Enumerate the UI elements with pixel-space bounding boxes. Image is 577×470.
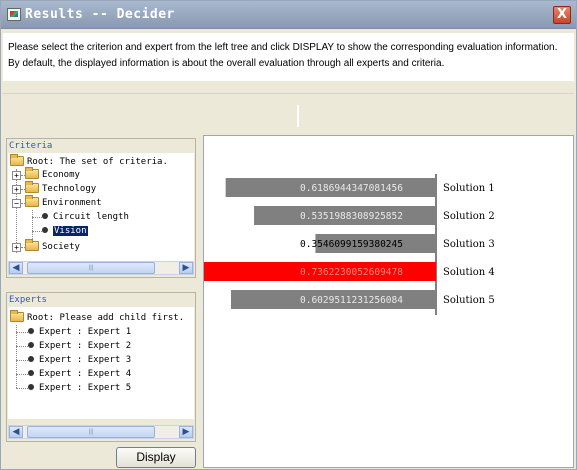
leaf-dot-icon (28, 384, 34, 390)
expert-item[interactable]: Expert : Expert 4 (28, 367, 131, 381)
bar-value-label: 0.6029511231256084 (300, 295, 403, 306)
category-label: Solution 5 (443, 295, 495, 306)
bar-value-label: 0.3546099159380245 (300, 239, 403, 250)
evaluation-bar-chart: 0.6186944347081456 Solution 1 0.5351988308… (204, 174, 495, 315)
tree-line (32, 217, 42, 218)
tree-node-environment[interactable]: Environment (25, 195, 102, 210)
tree-line (16, 169, 17, 253)
criteria-horizontal-scrollbar[interactable]: ◀ ||| ▶ (8, 261, 194, 275)
close-button[interactable]: X (553, 6, 571, 24)
expert-item[interactable]: Expert : Expert 5 (28, 381, 131, 395)
tree-line (16, 346, 28, 347)
folder-icon (10, 310, 24, 322)
window-title: Results -- Decider (25, 7, 175, 22)
display-button[interactable]: Display (116, 447, 196, 468)
expand-icon[interactable]: + (12, 243, 21, 252)
experts-horizontal-scrollbar[interactable]: ◀ ||| ▶ (8, 425, 194, 439)
folder-icon (10, 154, 24, 166)
instructions-text: Please select the criterion and expert f… (8, 42, 558, 69)
app-icon (7, 8, 21, 21)
bar-value-label: 0.7362230052609478 (300, 267, 403, 278)
expand-icon[interactable]: + (12, 171, 21, 180)
info-panel: Please select the criterion and expert f… (3, 33, 574, 81)
category-label: Solution 1 (443, 183, 495, 194)
expert-item[interactable]: Expert : Expert 1 (28, 325, 131, 339)
tree-line (16, 332, 28, 333)
collapse-icon[interactable]: − (12, 199, 21, 208)
tree-node-technology[interactable]: Technology (25, 181, 96, 196)
scroll-right-icon[interactable]: ▶ (179, 426, 193, 438)
experts-panel: Experts Root: Please add child first. Ex… (6, 292, 196, 442)
tree-node-society[interactable]: Society (25, 239, 80, 254)
criteria-root[interactable]: Root: The set of criteria. (10, 154, 168, 169)
expert-item[interactable]: Expert : Expert 3 (28, 353, 131, 367)
experts-root[interactable]: Root: Please add child first. (10, 310, 184, 325)
evaluation-chart-panel: 0.6186944347081456 Solution 1 0.5351988308… (203, 135, 574, 468)
tree-line (16, 360, 28, 361)
tree-line (16, 325, 17, 388)
tree-line (16, 388, 28, 389)
leaf-dot-icon (28, 328, 34, 334)
bar-value-label: 0.6186944347081456 (300, 183, 403, 194)
tree-node-economy[interactable]: Economy (25, 167, 80, 182)
leaf-dot-icon (28, 342, 34, 348)
category-label: Solution 4 (443, 267, 495, 278)
category-label: Solution 3 (443, 239, 495, 250)
title-bar[interactable]: Results -- Decider X (1, 1, 576, 29)
category-label: Solution 2 (443, 211, 495, 222)
scroll-left-icon[interactable]: ◀ (9, 426, 23, 438)
scroll-right-icon[interactable]: ▶ (179, 262, 193, 274)
bar-value-label: 0.5351988308925852 (300, 211, 403, 222)
leaf-dot-icon (42, 213, 48, 219)
scroll-thumb[interactable]: ||| (27, 262, 155, 274)
tree-node-circuit-length[interactable]: Circuit length (42, 210, 129, 224)
tree-node-vision[interactable]: Vision (42, 224, 88, 238)
folder-open-icon (25, 195, 39, 207)
scroll-left-icon[interactable]: ◀ (9, 262, 23, 274)
leaf-dot-icon (42, 227, 48, 233)
leaf-dot-icon (28, 356, 34, 362)
tree-line (16, 374, 28, 375)
criteria-label: Criteria (9, 141, 53, 151)
experts-tree[interactable]: Root: Please add child first. Expert : E… (8, 307, 194, 419)
criteria-tree[interactable]: Root: The set of criteria. + Economy + T… (8, 153, 194, 261)
toolbar-area (3, 93, 574, 131)
leaf-dot-icon (28, 370, 34, 376)
expert-item[interactable]: Expert : Expert 2 (28, 339, 131, 353)
folder-icon (25, 167, 39, 179)
experts-label: Experts (9, 295, 47, 305)
expand-icon[interactable]: + (12, 185, 21, 194)
results-window: Results -- Decider X Please select the c… (0, 0, 577, 470)
criteria-panel: Criteria Root: The set of criteria. + Ec… (6, 138, 196, 278)
tree-line (32, 210, 33, 239)
scroll-thumb[interactable]: ||| (27, 426, 155, 438)
tree-line (32, 231, 42, 232)
folder-icon (25, 239, 39, 251)
folder-icon (25, 181, 39, 193)
slider-handle[interactable] (297, 105, 299, 127)
